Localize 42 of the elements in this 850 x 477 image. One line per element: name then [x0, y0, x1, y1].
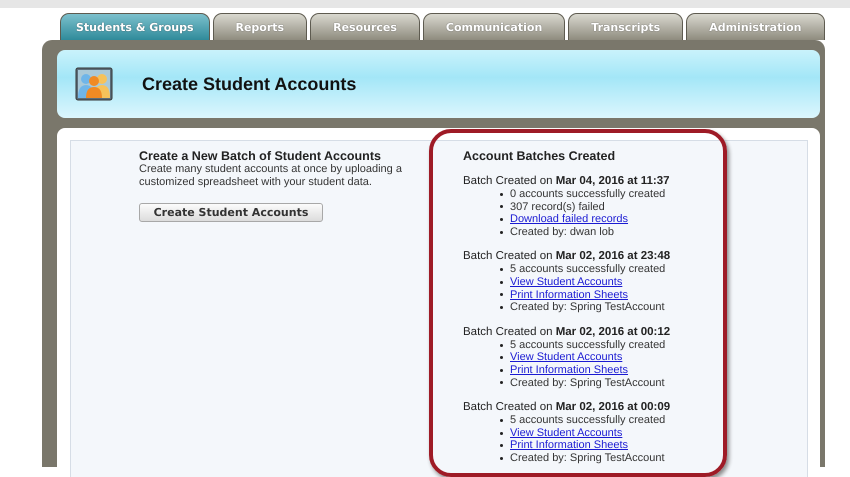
- people-group-icon: [75, 67, 113, 101]
- bullet-icon: [500, 432, 503, 435]
- bullet-icon: [500, 456, 503, 460]
- page-title: Create Student Accounts: [142, 74, 356, 94]
- batch-detail: 5 accounts successfully created: [510, 263, 666, 276]
- batch-detail: Created by: Spring TestAccount: [510, 376, 664, 390]
- batch-detail: 0 accounts successfully created: [510, 188, 666, 201]
- batch-link[interactable]: View Student Accounts: [510, 351, 622, 364]
- batch-heading: Batch Created on Mar 02, 2016 at 00:09: [463, 401, 672, 414]
- batch-link[interactable]: View Student Accounts: [510, 426, 622, 440]
- bullet-icon: [500, 368, 503, 372]
- bullet-icon: [500, 381, 503, 384]
- batch-heading: Batch Created on Mar 02, 2016 at 00:12: [463, 326, 672, 339]
- section-description: Create many student accounts at once by uploading a customized spreadsheet with your student data.: [139, 163, 403, 189]
- bullet-icon: [500, 293, 503, 296]
- batch-detail: Created by: dwan lob: [510, 226, 614, 238]
- bullet-icon: [500, 418, 503, 422]
- create-accounts-button[interactable]: Create Student Accounts: [139, 203, 323, 222]
- bullet-icon: [500, 218, 503, 221]
- bullet-icon: [500, 205, 503, 208]
- batch-heading: Batch Created on Mar 02, 2016 at 23:48: [463, 250, 672, 264]
- batch-detail: 5 accounts successfully created: [510, 414, 666, 427]
- batch-link[interactable]: Print Information Sheets: [510, 439, 628, 452]
- batch-heading: Batch Created on Mar 04, 2016 at 11:37: [463, 175, 671, 188]
- section-title: Create a New Batch of Student Accounts: [139, 149, 382, 163]
- bullet-icon: [500, 192, 503, 196]
- bullet-icon: [500, 356, 503, 360]
- bullet-icon: [500, 444, 503, 448]
- batch-link[interactable]: Download failed records: [510, 213, 628, 226]
- batch-link[interactable]: Print Information Sheets: [510, 364, 628, 377]
- batch-link[interactable]: Print Information Sheets: [510, 288, 628, 302]
- batch-link[interactable]: View Student Accounts: [510, 276, 622, 289]
- bullet-icon: [500, 230, 503, 234]
- section-title: Account Batches Created: [463, 149, 616, 163]
- bullet-icon: [500, 306, 503, 309]
- bullet-icon: [500, 268, 503, 272]
- batch-detail: Created by: Spring TestAccount: [510, 452, 664, 464]
- bullet-icon: [500, 344, 503, 347]
- batch-detail: 307 record(s) failed: [510, 200, 605, 214]
- batch-detail: Created by: Spring TestAccount: [510, 301, 664, 314]
- bullet-icon: [500, 280, 503, 284]
- batch-detail: 5 accounts successfully created: [510, 338, 666, 352]
